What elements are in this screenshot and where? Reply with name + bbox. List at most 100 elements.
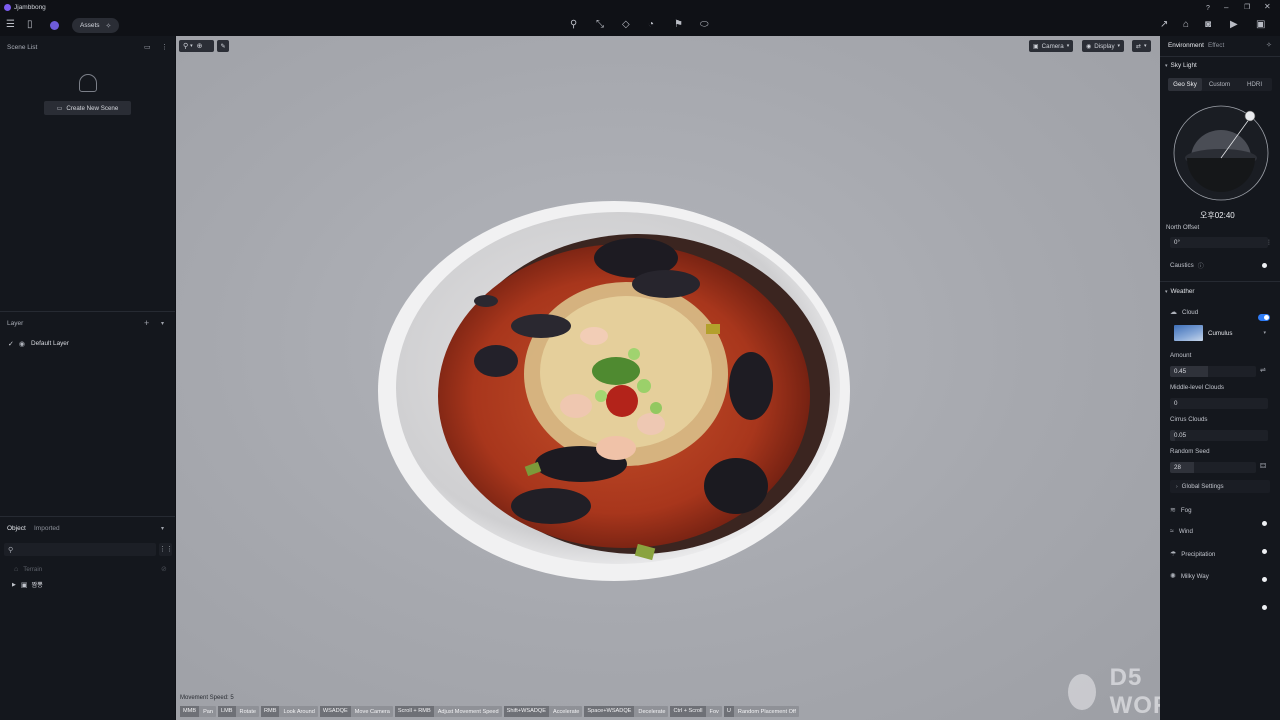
grid-view-icon[interactable]: ⋮⋮ — [159, 543, 173, 556]
shortcut-hint: WSADQE Move Camera — [319, 706, 393, 717]
help-icon[interactable]: ? — [1206, 4, 1210, 14]
dice-icon[interactable]: ⚃ — [1260, 462, 1266, 470]
object-search-input[interactable] — [17, 546, 148, 553]
tab-custom[interactable]: Custom — [1202, 81, 1237, 88]
object-collapse-icon[interactable]: ▾ — [161, 525, 164, 532]
layer-collapse-icon[interactable]: ▾ — [161, 320, 164, 327]
camera-capture-icon[interactable]: ◙ — [1205, 20, 1211, 30]
middle-clouds-input[interactable]: 0 — [1170, 398, 1268, 409]
add-layer-icon[interactable]: + — [144, 318, 149, 328]
tab-effect[interactable]: Effect — [1208, 42, 1224, 49]
chevron-down-icon: ▾ — [1263, 330, 1266, 336]
cloud-preview-icon — [1174, 325, 1203, 341]
chevron-down-icon: ▾ — [1117, 43, 1121, 49]
chevron-right-icon: › — [1176, 483, 1178, 490]
scene-view-icon[interactable]: ▭ — [144, 43, 151, 51]
global-settings-row[interactable]: › Global Settings — [1170, 480, 1270, 493]
sky-light-header[interactable]: ▾ Sky Light — [1165, 62, 1197, 69]
check-icon[interactable]: ✓ — [8, 340, 14, 348]
close-icon[interactable]: ✕ — [1264, 2, 1271, 12]
shortcut-key: U — [723, 706, 734, 717]
tree-item-terrain[interactable]: ⌂ Terrain — [14, 565, 42, 574]
adjust-icon[interactable]: ⇌ — [1260, 366, 1266, 374]
tree-item-model[interactable]: ▶ ▣ 짬뽕 — [12, 580, 43, 590]
sun-position-dial[interactable] — [1172, 104, 1270, 202]
mussel — [704, 458, 768, 514]
expand-icon[interactable]: ▶ — [12, 582, 16, 588]
display-dropdown[interactable]: ◉ Display ▾ — [1082, 40, 1125, 52]
tab-geo-sky[interactable]: Geo Sky — [1168, 78, 1202, 91]
caustics-toggle[interactable] — [1259, 262, 1268, 268]
tab-environment[interactable]: Environment — [1168, 42, 1204, 49]
north-offset-input[interactable]: 0° — [1170, 237, 1268, 248]
milky-way-toggle[interactable] — [1259, 604, 1268, 610]
pen-icon[interactable]: ✎ — [217, 40, 229, 52]
layer-item-default[interactable]: ✓ ◉ Default Layer — [8, 339, 69, 348]
amount-slider[interactable]: 0.45 — [1170, 366, 1256, 377]
tab-object[interactable]: Object — [7, 525, 26, 532]
water-tool-icon[interactable]: ⬭ — [700, 20, 709, 30]
object-search-box[interactable]: ⚲ — [4, 543, 156, 556]
shortcut-hint: LMB Rotate — [218, 706, 260, 717]
pin-icon[interactable]: ✧ — [1266, 41, 1272, 49]
terrain-tool-icon[interactable]: ◔ — [648, 20, 654, 30]
shortcut-action: Move Camera — [354, 708, 390, 715]
cloud-label: Cloud — [1182, 308, 1199, 316]
scene-model[interactable] — [376, 196, 856, 586]
minimize-icon[interactable]: – — [1224, 3, 1228, 13]
transform-icon[interactable]: ⚲ — [183, 42, 188, 50]
wind-toggle[interactable] — [1259, 548, 1268, 554]
tab-hdri[interactable]: HDRI — [1237, 81, 1272, 88]
scatter-tool-icon[interactable]: ⚑ — [674, 20, 683, 30]
target-icon[interactable]: ⊕ — [197, 42, 203, 50]
path-tool-icon[interactable]: ⤡ — [596, 20, 604, 30]
view-mode-dropdown[interactable]: ⇄ ▾ — [1132, 40, 1151, 52]
render-icon[interactable]: ⌂ — [1183, 20, 1189, 30]
ai-icon[interactable] — [50, 21, 59, 30]
shortcut-key: RMB — [261, 706, 280, 717]
restore-icon[interactable]: ❐ — [1244, 3, 1250, 13]
mussel — [729, 352, 773, 420]
assets-button[interactable]: Assets ✧ — [72, 18, 120, 33]
precipitation-icon: ☂ — [1170, 551, 1177, 558]
sun-handle-icon[interactable] — [1244, 110, 1256, 122]
menu-icon[interactable]: ☰ — [6, 20, 15, 30]
shortcut-key: MMB — [180, 706, 200, 717]
area-tool-icon[interactable]: ◇ — [622, 20, 630, 30]
cloud-toggle[interactable] — [1258, 314, 1270, 321]
sky-mode-tabs: Geo Sky Custom HDRI — [1168, 78, 1272, 91]
wind-row: ≈ Wind — [1170, 528, 1193, 535]
save-icon[interactable]: ▣ — [1256, 20, 1265, 30]
shortcut-action: Fov — [709, 708, 719, 715]
share-icon[interactable]: ↗ — [1160, 20, 1168, 30]
precipitation-toggle[interactable] — [1259, 576, 1268, 582]
shrimp — [580, 327, 608, 345]
cloud-type-select[interactable]: Cumulus ▾ — [1174, 325, 1266, 341]
hidden-icon[interactable]: ⊘ — [161, 565, 167, 573]
display-label: Display — [1094, 42, 1115, 50]
shortcut-hint: Scroll + RMB Adjust Movement Speed — [394, 706, 502, 717]
info-icon[interactable]: ⓘ — [1198, 261, 1204, 270]
tree-item-label: Terrain — [23, 566, 43, 573]
shortcut-key: Space+WSADQE — [584, 706, 635, 717]
random-seed-label: Random Seed — [1170, 448, 1210, 455]
file-icon[interactable]: ▯ — [27, 20, 33, 30]
create-new-scene-button[interactable]: ▭ Create New Scene — [44, 101, 131, 115]
video-icon[interactable]: ▶ — [1230, 20, 1238, 30]
shortcut-key: LMB — [218, 706, 236, 717]
viewport[interactable]: ⚲ ▾ ⊕ ✎ ▣ Camera ▾ ◉ Display ▾ ⇄ ▾ D5 WO… — [176, 36, 1160, 720]
view-tools[interactable]: ⚲ ▾ ⊕ — [179, 40, 214, 52]
more-icon[interactable]: ⋮ — [1266, 239, 1272, 246]
tree-item-label: 짬뽕 — [31, 582, 43, 589]
tab-imported[interactable]: Imported — [34, 525, 60, 532]
scene-more-icon[interactable]: ⋮ — [161, 43, 168, 51]
caustics-label: Caustics — [1170, 262, 1194, 269]
random-seed-input[interactable]: 28 — [1170, 462, 1256, 473]
fog-toggle[interactable] — [1259, 520, 1268, 526]
camera-dropdown[interactable]: ▣ Camera ▾ — [1029, 40, 1074, 52]
sparkle-icon: ✧ — [105, 22, 112, 30]
visibility-icon[interactable]: ◉ — [19, 340, 25, 348]
cirrus-clouds-input[interactable]: 0.05 — [1170, 430, 1268, 441]
place-model-icon[interactable]: ⚲ — [570, 20, 577, 30]
weather-header[interactable]: ▾ Weather — [1165, 288, 1195, 295]
